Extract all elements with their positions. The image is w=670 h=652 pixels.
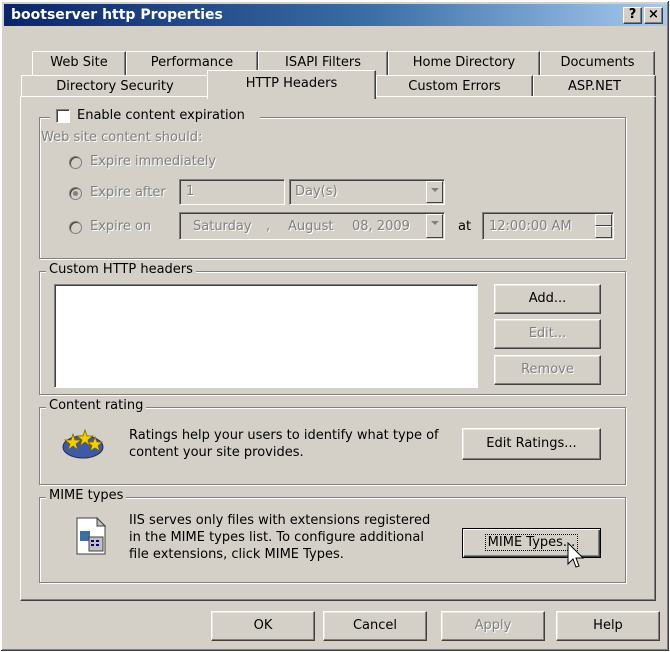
apply-button[interactable]: Apply [441, 611, 545, 641]
expire-on-day: Saturday [193, 219, 252, 234]
window-title: bootserver http Properties [11, 7, 223, 23]
content-rating-legend: Content rating [46, 398, 147, 413]
expire-after-value: 1 [186, 184, 195, 199]
expire-after-radio[interactable] [69, 187, 82, 200]
tab-http-headers[interactable]: HTTP Headers [207, 70, 376, 99]
custom-headers-list[interactable] [54, 284, 478, 388]
expire-on-separator: , [266, 219, 271, 234]
expire-on-label: Expire on [90, 219, 152, 234]
tab-web-site[interactable]: Web Site [32, 51, 126, 75]
close-caption-button[interactable]: × [644, 7, 663, 24]
expire-immediately-label: Expire immediately [90, 154, 217, 169]
mime-types-button-label: MIME Types... [484, 534, 579, 551]
expire-after-unit-dropdown[interactable]: Day(s) [289, 179, 445, 205]
mime-types-legend: MIME types [46, 488, 127, 503]
mime-text-line2: in the MIME types list. To configure add… [129, 530, 424, 545]
at-label: at [458, 219, 472, 234]
expire-after-label: Expire after [90, 185, 166, 200]
add-header-button[interactable]: Add... [494, 284, 601, 314]
rating-text-line2: content your site provides. [129, 445, 304, 460]
spin-up-button[interactable] [595, 214, 612, 226]
expire-on-radio[interactable] [69, 221, 82, 234]
mouse-cursor-icon [567, 541, 587, 572]
remove-header-button[interactable]: Remove [494, 355, 601, 385]
mime-text-line3: file extensions, click MIME Types. [129, 547, 344, 562]
expire-after-value-field[interactable]: 1 [179, 179, 285, 205]
content-should-label: Web site content should: [41, 130, 203, 145]
expire-immediately-radio[interactable] [69, 156, 82, 169]
enable-expiration-checkbox[interactable] [56, 109, 70, 123]
custom-headers-legend: Custom HTTP headers [46, 262, 196, 277]
help-caption-button[interactable]: ? [623, 7, 642, 24]
spin-down-button[interactable] [595, 226, 612, 238]
mime-text-line1: IIS serves only files with extensions re… [129, 513, 431, 528]
title-bar[interactable]: bootserver http Properties [4, 4, 667, 26]
properties-dialog: bootserver http Properties ? × Web Site … [0, 0, 670, 652]
tab-home-directory[interactable]: Home Directory [388, 51, 540, 75]
expire-on-date-picker[interactable]: Saturday , August 08, 2009 [179, 212, 445, 240]
rating-text-line1: Ratings help your users to identify what… [129, 428, 439, 443]
edit-ratings-button[interactable]: Edit Ratings... [462, 428, 601, 460]
expire-after-unit-value: Day(s) [295, 184, 338, 199]
help-button[interactable]: Help [556, 611, 660, 641]
expire-on-date: 08, 2009 [352, 219, 410, 234]
chevron-down-icon[interactable] [426, 181, 443, 203]
enable-expiration-label: Enable content expiration [77, 108, 245, 123]
chevron-down-icon[interactable] [426, 214, 443, 238]
mime-document-icon [75, 516, 109, 555]
expire-time-value: 12:00:00 AM [489, 219, 572, 234]
ratings-stars-icon [61, 425, 105, 461]
expire-on-month: August [288, 219, 334, 234]
edit-header-button[interactable]: Edit... [494, 319, 601, 349]
cancel-button[interactable]: Cancel [323, 611, 427, 641]
tab-documents[interactable]: Documents [540, 51, 655, 75]
ok-button[interactable]: OK [211, 611, 315, 641]
expire-time-field[interactable]: 12:00:00 AM [482, 212, 614, 240]
